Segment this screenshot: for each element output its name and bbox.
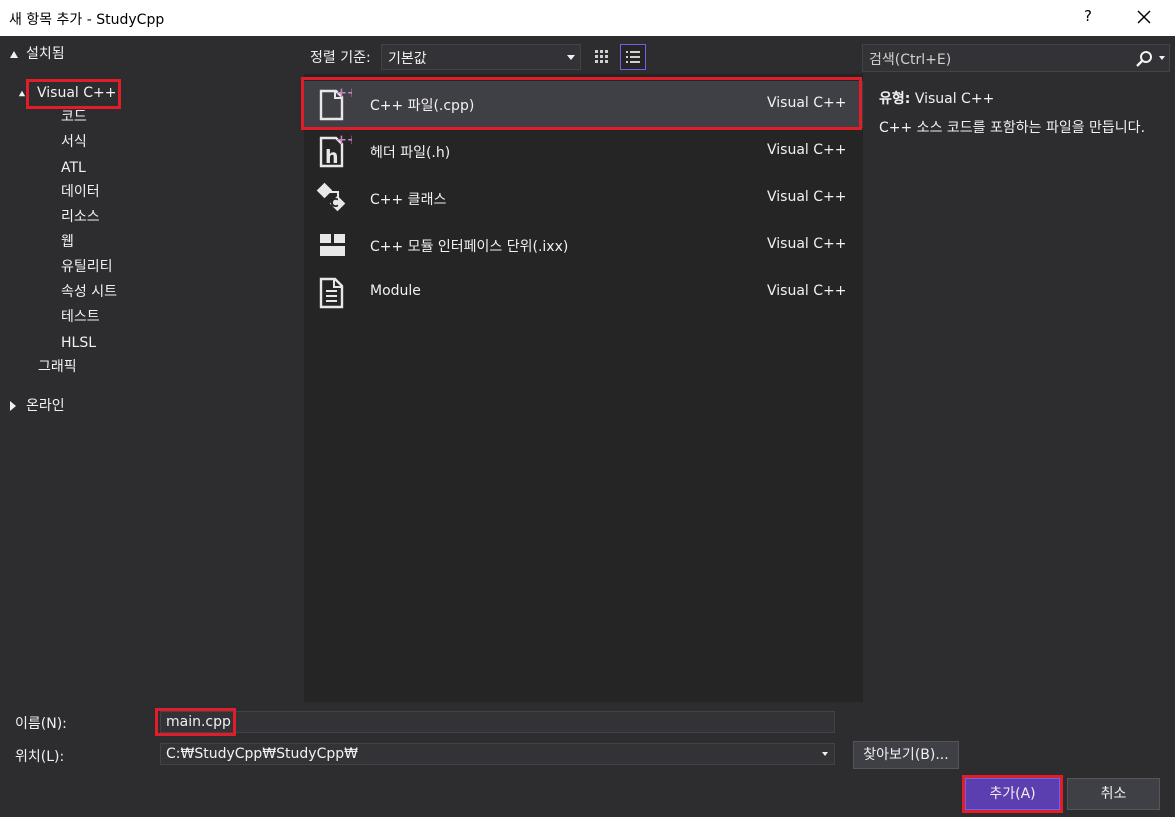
svg-text:C: C [330,196,339,210]
tree-item-atl[interactable]: ATL [61,157,86,179]
tree-item-format[interactable]: 서식 [61,131,87,153]
tree-item-hlsl[interactable]: HLSL [61,332,96,354]
svg-text:++: ++ [336,133,352,148]
svg-text:++: ++ [336,86,352,101]
grid-view-icon [595,50,608,63]
tree-item-data[interactable]: 데이터 [61,181,100,203]
tree-node-label: 온라인 [26,398,65,414]
location-field[interactable]: C:₩StudyCpp₩StudyCpp₩ [160,743,835,765]
detail-type-value: Visual C++ [914,91,995,107]
tree-item-property-sheet[interactable]: 속성 시트 [61,281,117,303]
tree-item-utility[interactable]: 유틸리티 [61,256,113,278]
template-language: Visual C++ [767,236,847,252]
title-bar: 새 항목 추가 - StudyCpp ? [0,0,1175,36]
search-input[interactable]: 검색(Ctrl+E) [862,44,1170,72]
template-language: Visual C++ [767,142,847,158]
help-button[interactable]: ? [1079,7,1097,25]
search-placeholder: 검색(Ctrl+E) [869,52,952,68]
list-item[interactable]: ++ C++ 파일(.cpp) Visual C++ [304,81,863,128]
name-label: 이름(N): [15,716,67,732]
list-item[interactable]: Module Visual C++ [304,269,863,316]
tree-node-online[interactable]: 온라인 [0,395,300,417]
list-item[interactable]: h ++ 헤더 파일(.h) Visual C++ [304,128,863,175]
collapse-arrow-icon[interactable] [10,51,18,58]
sort-value: 기본값 [388,51,427,67]
expand-arrow-icon[interactable] [10,401,16,411]
collapse-arrow-icon[interactable] [18,90,26,97]
chevron-down-icon[interactable] [1159,56,1165,60]
location-label: 위치(L): [15,749,65,765]
add-button[interactable]: 추가(A) [965,778,1060,810]
list-view-button[interactable] [620,44,646,70]
module-icon [319,277,344,309]
template-name: Module [370,283,421,299]
grid-view-button[interactable] [589,44,615,70]
list-view-icon [626,51,640,63]
tree-item-web[interactable]: 웹 [61,231,74,253]
search-icon[interactable] [1134,49,1154,69]
detail-type-label: 유형: [879,91,911,107]
template-language: Visual C++ [767,189,847,205]
svg-text:h: h [325,146,339,168]
chevron-down-icon[interactable] [822,752,828,756]
tree-item-test[interactable]: 테스트 [61,306,100,328]
cpp-file-icon: ++ [319,86,352,121]
cancel-button[interactable]: 취소 [1067,778,1160,810]
location-field-value: C:₩StudyCpp₩StudyCpp₩ [166,746,358,762]
tree-item-resource[interactable]: 리소스 [61,206,100,228]
detail-description: C++ 소스 코드를 포함하는 파일을 만듭니다. [879,120,1146,136]
template-language: Visual C++ [767,95,847,111]
sort-label: 정렬 기준: [310,50,371,66]
close-button[interactable] [1131,4,1157,30]
tree-node-installed[interactable]: 설치됨 [0,43,300,65]
module-interface-icon [320,234,345,256]
template-list: ++ C++ 파일(.cpp) Visual C++ h ++ 헤더 파일(.h… [304,74,863,702]
template-name: 헤더 파일(.h) [370,145,451,161]
list-item[interactable]: C C++ 클래스 Visual C++ [304,175,863,222]
detail-type: 유형: Visual C++ [879,88,994,108]
chevron-down-icon [567,55,575,60]
tree-item-code[interactable]: 코드 [61,106,87,128]
category-tree: 설치됨 Visual C++ 코드 서식 ATL 데이터 리소스 웹 유틸리티 … [0,36,302,702]
template-name: C++ 모듈 인터페이스 단위(.ixx) [370,239,569,255]
name-field[interactable]: main.cpp [160,711,835,733]
tree-node-label: 설치됨 [26,46,65,62]
tree-item-graphics[interactable]: 그래픽 [38,356,77,378]
class-icon: C [316,182,346,212]
template-name: C++ 파일(.cpp) [370,98,475,114]
tree-node-label: Visual C++ [37,85,117,101]
tree-node-visual-cpp[interactable]: Visual C++ [0,82,300,104]
template-name: C++ 클래스 [370,192,447,208]
close-icon [1137,10,1151,24]
header-file-icon: h ++ [319,133,352,168]
list-item[interactable]: C++ 모듈 인터페이스 단위(.ixx) Visual C++ [304,222,863,269]
template-language: Visual C++ [767,283,847,299]
browse-button[interactable]: 찾아보기(B)... [853,741,959,769]
sort-dropdown[interactable]: 기본값 [381,44,581,70]
window-title: 새 항목 추가 - StudyCpp [9,12,165,28]
name-field-value: main.cpp [166,714,231,730]
